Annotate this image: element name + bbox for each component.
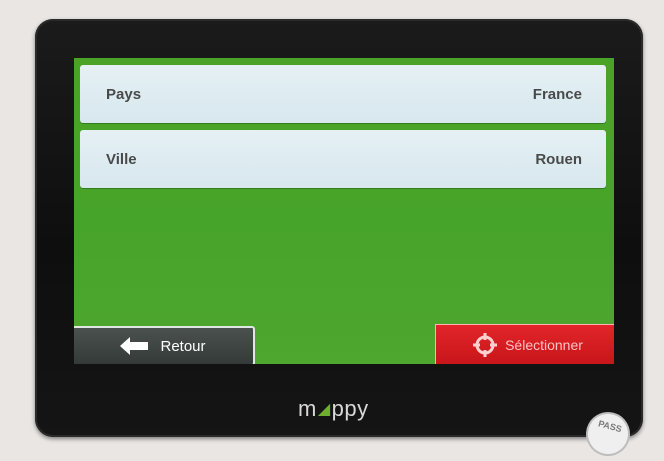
city-label: Ville bbox=[106, 150, 137, 168]
country-value: France bbox=[532, 85, 582, 103]
arrow-left-icon bbox=[120, 337, 150, 355]
back-button[interactable]: Retour bbox=[74, 326, 255, 364]
city-field[interactable]: Ville Rouen bbox=[80, 130, 606, 188]
device-screen: Pays France Ville Rouen Retour Sélection… bbox=[74, 58, 614, 364]
country-label: Pays bbox=[106, 85, 142, 103]
back-button-label: Retour bbox=[160, 337, 206, 355]
select-button-label: Sélectionner bbox=[505, 337, 583, 353]
city-value: Rouen bbox=[535, 150, 582, 168]
crosshair-icon bbox=[473, 333, 498, 357]
select-button[interactable]: Sélectionner bbox=[435, 324, 614, 364]
mappy-logo: m ◢ ppy bbox=[298, 396, 369, 421]
country-field[interactable]: Pays France bbox=[80, 65, 606, 123]
